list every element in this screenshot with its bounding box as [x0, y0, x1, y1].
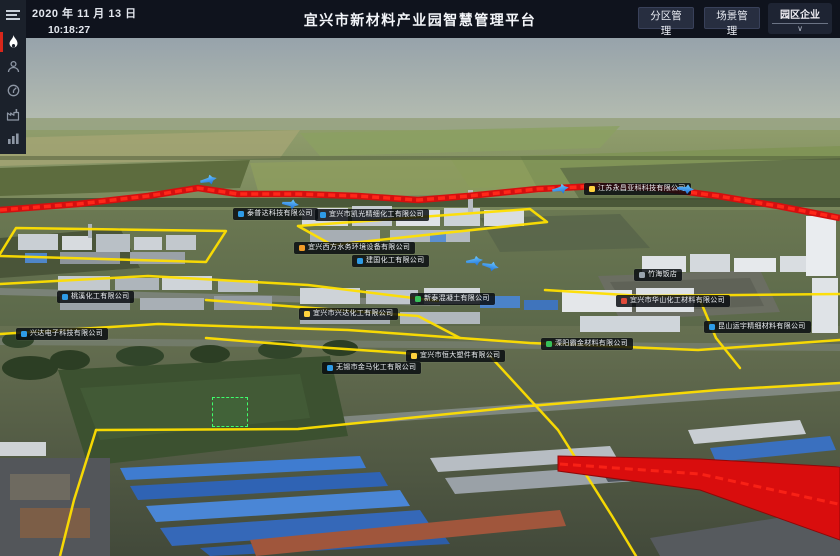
company-label[interactable]: 泰普达科技有限公司 [233, 208, 318, 220]
company-logo-icon [357, 258, 363, 264]
company-logo-icon [546, 341, 552, 347]
company-logo-icon [589, 186, 595, 192]
company-label-text: 宜兴市兴达化工有限公司 [313, 310, 393, 318]
company-label-text: 宜兴西方水务环境设备有限公司 [308, 244, 410, 252]
company-label[interactable]: 昆山运宇精细材料有限公司 [704, 321, 811, 333]
company-logo-icon [327, 365, 333, 371]
flame-icon [7, 35, 20, 50]
company-label[interactable]: 宜兴市凯光精细化工有限公司 [315, 209, 429, 221]
company-label-text: 昆山运宇精细材料有限公司 [718, 323, 806, 331]
scene-management-button[interactable]: 场景管理 [704, 7, 760, 29]
company-label-text: 桃溪化工有限公司 [71, 293, 129, 301]
person-icon [7, 60, 20, 73]
company-logo-icon [299, 245, 305, 251]
company-label-text: 宜兴市华山化工材料有限公司 [630, 297, 725, 305]
sidebar-item-fire-monitor[interactable] [0, 30, 26, 54]
sidebar-item-statistics[interactable] [0, 126, 26, 150]
company-label-text: 泰普达科技有限公司 [247, 210, 313, 218]
company-logo-icon [320, 212, 326, 218]
sidebar-item-menu[interactable] [0, 0, 26, 30]
sidebar-item-gauge[interactable] [0, 78, 26, 102]
company-label[interactable]: 溧阳霸金材料有限公司 [541, 338, 633, 350]
company-label[interactable]: 宜兴市华山化工材料有限公司 [616, 295, 730, 307]
company-logo-icon [304, 311, 310, 317]
sidebar-item-enterprise[interactable] [0, 102, 26, 126]
smart-park-platform: 桃溪化工有限公司 泰普达科技有限公司 宜兴市凯光精细化工有限公司宜兴西方水务环境设备… [0, 0, 840, 556]
company-label-text: 竹海饭店 [648, 271, 677, 279]
bar-chart-icon [7, 132, 20, 145]
sidebar-item-personnel[interactable] [0, 54, 26, 78]
park-enterprise-dropdown[interactable]: 园区企业 ∨ [768, 3, 832, 34]
factory-icon [6, 108, 20, 121]
company-logo-icon [709, 324, 715, 330]
sidebar [0, 0, 26, 154]
company-label-text: 无锡市金马化工有限公司 [336, 364, 416, 372]
company-logo-icon [639, 272, 645, 278]
company-label-text: 溧阳霸金材料有限公司 [555, 340, 628, 348]
header: 2020 年 11 月 13 日 10:18:27 宜兴市新材料产业园智慧管理平… [0, 0, 840, 38]
company-label[interactable]: 无锡市金马化工有限公司 [322, 362, 421, 374]
chevron-down-icon: ∨ [768, 24, 832, 34]
company-label-text: 建国化工有限公司 [366, 257, 424, 265]
company-label[interactable]: 新泰混凝土有限公司 [410, 293, 495, 305]
company-label-text: 宜兴市凯光精细化工有限公司 [329, 211, 424, 219]
company-logo-icon [415, 296, 421, 302]
company-label[interactable]: 桃溪化工有限公司 [57, 291, 134, 303]
company-label[interactable]: 建国化工有限公司 [352, 255, 429, 267]
company-label[interactable]: 宜兴市恒大塑件有限公司 [406, 350, 505, 362]
dropdown-label: 园区企业 [772, 3, 828, 24]
company-label-text: 宜兴市恒大塑件有限公司 [420, 352, 500, 360]
company-label[interactable]: 兴达电子科技有限公司 [16, 328, 108, 340]
company-logo-icon [621, 298, 627, 304]
company-logo-icon [62, 294, 68, 300]
company-label[interactable]: 宜兴市兴达化工有限公司 [299, 308, 398, 320]
company-logo-icon [21, 331, 27, 337]
company-label-text: 江苏永昌亚科科技有限公司 [598, 185, 686, 193]
company-label-text: 新泰混凝土有限公司 [424, 295, 490, 303]
zone-management-button[interactable]: 分区管理 [638, 7, 694, 29]
company-label[interactable]: 江苏永昌亚科科技有限公司 [584, 183, 691, 195]
company-label[interactable]: 竹海饭店 [634, 269, 682, 281]
gauge-icon [7, 84, 20, 97]
hamburger-icon [6, 9, 20, 21]
company-logo-icon [411, 353, 417, 359]
company-label[interactable]: 宜兴西方水务环境设备有限公司 [294, 242, 415, 254]
company-logo-icon [238, 211, 244, 217]
company-label-text: 兴达电子科技有限公司 [30, 330, 103, 338]
